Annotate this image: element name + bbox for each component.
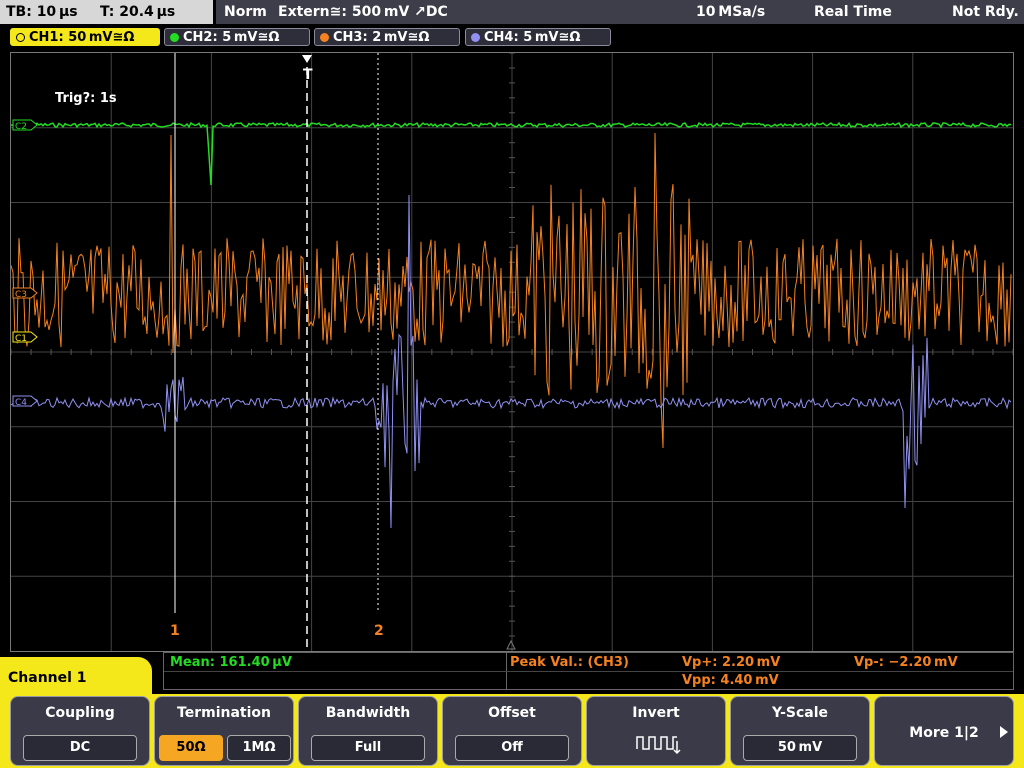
acquisition-state: Not Rdy. <box>952 4 1019 20</box>
offset-title: Offset <box>488 705 536 721</box>
measurement-panel: Mean: 161.40 µV Peak Val.: (CH3) Vp+: 2.… <box>163 652 1014 690</box>
softkey-bar: Coupling DC Termination 50Ω 1MΩ Bandwidt… <box>0 694 1024 768</box>
ch3-trace <box>11 132 1012 449</box>
ch3-label: CH3: 2 mV≅Ω <box>333 30 430 45</box>
ch1-marker-text: C1 <box>15 334 27 344</box>
ch4-label: CH4: 5 mV≅Ω <box>484 30 581 45</box>
trigger-time-readout: T: 20.4 µs <box>100 4 176 20</box>
yscale-title: Y-Scale <box>771 705 828 721</box>
bandwidth-value[interactable]: Full <box>311 735 425 761</box>
cursor-1-label: 1 <box>170 623 180 639</box>
ch2-dot-icon <box>170 33 179 42</box>
arrow-right-icon <box>1000 726 1008 738</box>
tab-ch3[interactable]: CH3: 2 mV≅Ω <box>314 28 460 46</box>
vp-minus: Vp-: −2.20 mV <box>854 655 958 670</box>
ch4-dot-icon <box>471 33 480 42</box>
acquisition-mode: Real Time <box>814 4 892 20</box>
status-bar: TB: 10 µs T: 20.4 µs Norm Extern≅: 500 m… <box>0 0 1024 24</box>
trigger-source: Extern≅: 500 mV ↗DC <box>278 4 448 20</box>
ch2-trace <box>11 121 1012 186</box>
more-label: More 1|2 <box>909 725 979 741</box>
waveform-display[interactable]: T 1 2 C2 C3 C1 C4 Trig?: 1s <box>10 52 1014 652</box>
coupling-value[interactable]: DC <box>23 735 137 761</box>
trigger-arrow-icon <box>302 55 312 63</box>
ch3-dot-icon <box>320 33 329 42</box>
offset-value[interactable]: Off <box>455 735 569 761</box>
ch2-marker-text: C2 <box>15 122 27 132</box>
sample-rate: 10 MSa/s <box>696 4 766 20</box>
ch3-marker-text: C3 <box>15 290 27 300</box>
trigger-mode: Norm <box>224 4 267 20</box>
ch4-marker-text: C4 <box>15 398 27 408</box>
bandwidth-title: Bandwidth <box>325 705 411 721</box>
timebase-readout: TB: 10 µs <box>6 4 78 20</box>
channel-bar: CH1: 50 mV≅Ω CH2: 5 mV≅Ω CH3: 2 mV≅Ω CH4… <box>0 26 1024 48</box>
termination-title: Termination <box>177 705 271 721</box>
more-softkey[interactable]: More 1|2 <box>874 696 1014 766</box>
ch1-dot-icon <box>16 33 25 42</box>
timebase-panel[interactable]: TB: 10 µs T: 20.4 µs <box>0 0 213 24</box>
offset-softkey[interactable]: Offset Off <box>442 696 582 766</box>
invert-softkey[interactable]: Invert <box>586 696 726 766</box>
termination-50ohm[interactable]: 50Ω <box>159 735 223 761</box>
bandwidth-softkey[interactable]: Bandwidth Full <box>298 696 438 766</box>
trigger-status: Trig?: 1s <box>55 91 117 106</box>
ch1-label: CH1: 50 mV≅Ω <box>29 30 135 45</box>
termination-1mohm[interactable]: 1MΩ <box>227 735 291 761</box>
trigger-marker-text: T <box>303 67 313 83</box>
center-marker-icon <box>506 639 516 650</box>
coupling-softkey[interactable]: Coupling DC <box>10 696 150 766</box>
waveform-canvas: T 1 2 C2 C3 C1 C4 <box>11 53 1013 651</box>
peak-label: Peak Val.: (CH3) <box>510 655 629 670</box>
ch2-label: CH2: 5 mV≅Ω <box>183 30 280 45</box>
tab-ch2[interactable]: CH2: 5 mV≅Ω <box>164 28 310 46</box>
menu-channel-title: Channel 1 <box>8 670 87 686</box>
invert-title: Invert <box>632 705 680 721</box>
mean-measurement: Mean: 161.40 µV <box>170 655 292 670</box>
tab-ch4[interactable]: CH4: 5 mV≅Ω <box>465 28 611 46</box>
termination-softkey[interactable]: Termination 50Ω 1MΩ <box>154 696 294 766</box>
tab-ch1[interactable]: CH1: 50 mV≅Ω <box>10 28 160 46</box>
vpp: Vpp: 4.40 mV <box>682 673 779 688</box>
meas-row-divider <box>164 671 1013 672</box>
vp-plus: Vp+: 2.20 mV <box>682 655 781 670</box>
coupling-title: Coupling <box>45 705 115 721</box>
yscale-value[interactable]: 50 mV <box>743 735 857 761</box>
trigger-panel[interactable]: Norm Extern≅: 500 mV ↗DC 10 MSa/s Real T… <box>216 0 1024 24</box>
yscale-softkey[interactable]: Y-Scale 50 mV <box>730 696 870 766</box>
menu-channel-label: Channel 1 <box>0 657 152 699</box>
invert-waveform-icon <box>636 736 681 755</box>
cursor-2-label: 2 <box>374 623 384 639</box>
